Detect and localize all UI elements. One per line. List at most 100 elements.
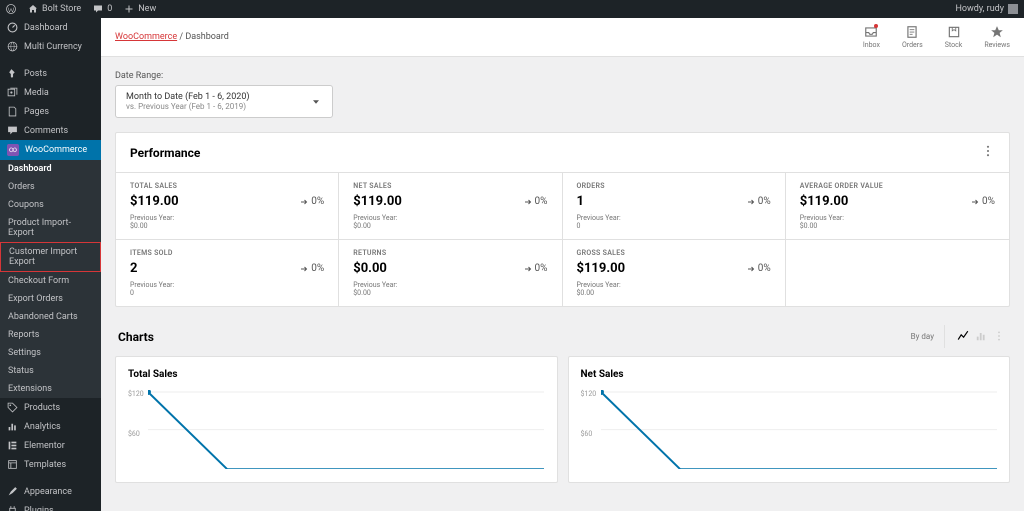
arrow-right-icon [523, 197, 533, 207]
breadcrumb-root[interactable]: WooCommerce [115, 32, 177, 42]
bar-chart-icon [975, 330, 987, 342]
arrow-right-icon [746, 197, 756, 207]
kpi-card[interactable]: GROSS SALES $119.00 0% Previous Year: $0… [563, 239, 786, 306]
performance-menu[interactable] [981, 143, 995, 162]
sidebar-item-label: Templates [24, 460, 66, 470]
kpi-value: $0.00 [353, 261, 387, 276]
sidebar-item-appearance[interactable]: Appearance [0, 482, 101, 501]
chart-type-line[interactable] [955, 325, 971, 348]
sidebar-item-label: Elementor [24, 441, 65, 451]
chart-ylabel: $120 [581, 390, 597, 398]
comment-icon [7, 125, 18, 136]
content-area: WooCommerce / Dashboard Inbox Orders Sto… [101, 18, 1024, 511]
arrow-right-icon [746, 264, 756, 274]
submenu-reports[interactable]: Reports [0, 326, 101, 344]
sidebar-item-label: Products [24, 403, 60, 413]
charts-menu[interactable] [991, 325, 1007, 348]
kpi-delta: 0% [523, 196, 548, 207]
submenu-abandoned-carts[interactable]: Abandoned Carts [0, 308, 101, 326]
performance-title: Performance [130, 146, 200, 160]
header-action-reviews[interactable]: Reviews [984, 25, 1010, 49]
sidebar-item-label: Posts [24, 69, 47, 79]
date-range-label: Date Range: [115, 71, 1010, 81]
kpi-value: $119.00 [800, 194, 849, 209]
sidebar-item-media[interactable]: Media [0, 83, 101, 102]
submenu-checkout-form[interactable]: Checkout Form [0, 272, 101, 290]
kpi-card[interactable]: TOTAL SALES $119.00 0% Previous Year: $0… [116, 172, 339, 239]
kpi-delta: 0% [970, 196, 995, 207]
sidebar-item-label: WooCommerce [25, 145, 87, 155]
arrow-right-icon [299, 197, 309, 207]
sidebar-item-posts[interactable]: Posts [0, 64, 101, 83]
header-action-inbox[interactable]: Inbox [863, 25, 880, 49]
dashboard-icon [7, 22, 18, 33]
site-name-text: Bolt Store [42, 4, 81, 14]
kpi-card[interactable]: NET SALES $119.00 0% Previous Year: $0.0… [339, 172, 562, 239]
kpi-prev-value: $0.00 [353, 289, 547, 297]
submenu-product-import-export[interactable]: Product Import-Export [0, 214, 101, 242]
avatar [1008, 4, 1018, 14]
submenu-customer-import-export[interactable]: Customer Import Export [0, 242, 101, 272]
more-icon [993, 330, 1005, 342]
header-action-stock[interactable]: Stock [945, 25, 963, 49]
kpi-card[interactable]: AVERAGE ORDER VALUE $119.00 0% Previous … [786, 172, 1009, 239]
howdy[interactable]: Howdy, rudy [955, 4, 1018, 14]
wp-logo[interactable] [6, 4, 16, 14]
sidebar-item-pages[interactable]: Pages [0, 102, 101, 121]
stock-icon [947, 25, 961, 39]
submenu-settings[interactable]: Settings [0, 344, 101, 362]
submenu-export-orders[interactable]: Export Orders [0, 290, 101, 308]
chart-interval[interactable]: By day [911, 332, 934, 341]
chart-total-sales: Total Sales $120 $60 [115, 356, 558, 483]
comment-icon [93, 4, 103, 14]
kpi-card[interactable]: RETURNS $0.00 0% Previous Year: $0.00 [339, 239, 562, 306]
date-range-dropdown[interactable]: Month to Date (Feb 1 - 6, 2020) vs. Prev… [115, 85, 333, 118]
performance-panel: Performance TOTAL SALES $119.00 0% Previ… [115, 132, 1010, 307]
sidebar-item-elementor[interactable]: Elementor [0, 436, 101, 455]
kpi-delta: 0% [299, 263, 324, 274]
kpi-prev-value: $0.00 [800, 222, 995, 230]
sidebar-item-woocommerce[interactable]: WooCommerce [0, 140, 101, 160]
submenu-orders[interactable]: Orders [0, 178, 101, 196]
kpi-card[interactable]: ITEMS SOLD 2 0% Previous Year: 0 [116, 239, 339, 306]
submenu-status[interactable]: Status [0, 362, 101, 380]
kpi-prev-label: Previous Year: [130, 281, 324, 289]
kpi-prev-label: Previous Year: [577, 214, 771, 222]
chart-type-bar[interactable] [973, 325, 989, 348]
line-chart-icon [957, 330, 969, 342]
sidebar-item-multicurrency[interactable]: Multi Currency [0, 37, 101, 56]
site-name[interactable]: Bolt Store [28, 4, 81, 14]
admin-bar: Bolt Store 0 New Howdy, rudy [0, 0, 1024, 18]
sidebar-item-dashboard[interactable]: Dashboard [0, 18, 101, 37]
sidebar-item-templates[interactable]: Templates [0, 455, 101, 474]
kpi-value: 1 [577, 194, 584, 209]
wordpress-icon [6, 4, 16, 14]
chevron-down-icon [310, 96, 322, 108]
submenu-extensions[interactable]: Extensions [0, 380, 101, 398]
kpi-label: RETURNS [353, 249, 547, 257]
kpi-prev-label: Previous Year: [353, 214, 547, 222]
admin-sidebar: Dashboard Multi Currency Posts Media Pag… [0, 18, 101, 511]
sidebar-item-plugins[interactable]: Plugins [0, 501, 101, 511]
sidebar-item-label: Analytics [24, 422, 61, 432]
comments-link[interactable]: 0 [93, 4, 112, 14]
new-link[interactable]: New [124, 4, 156, 14]
submenu-dashboard[interactable]: Dashboard [0, 160, 101, 178]
orders-icon [905, 25, 919, 39]
header-actions: Inbox Orders Stock Reviews [863, 25, 1010, 49]
sidebar-item-analytics[interactable]: Analytics [0, 417, 101, 436]
sidebar-item-comments[interactable]: Comments [0, 121, 101, 140]
submenu-coupons[interactable]: Coupons [0, 196, 101, 214]
chart-svg [601, 390, 997, 469]
plus-icon [124, 4, 134, 14]
kpi-prev-label: Previous Year: [577, 281, 771, 289]
chart-ylabel: $60 [128, 430, 140, 438]
breadcrumb: WooCommerce / Dashboard [115, 32, 229, 42]
kpi-card[interactable]: ORDERS 1 0% Previous Year: 0 [563, 172, 786, 239]
sidebar-item-label: Dashboard [24, 23, 68, 33]
kpi-delta: 0% [746, 263, 771, 274]
globe-icon [7, 41, 18, 52]
sidebar-item-products[interactable]: Products [0, 398, 101, 417]
header-action-orders[interactable]: Orders [902, 25, 923, 49]
chart-net-sales: Net Sales $120 $60 [568, 356, 1011, 483]
